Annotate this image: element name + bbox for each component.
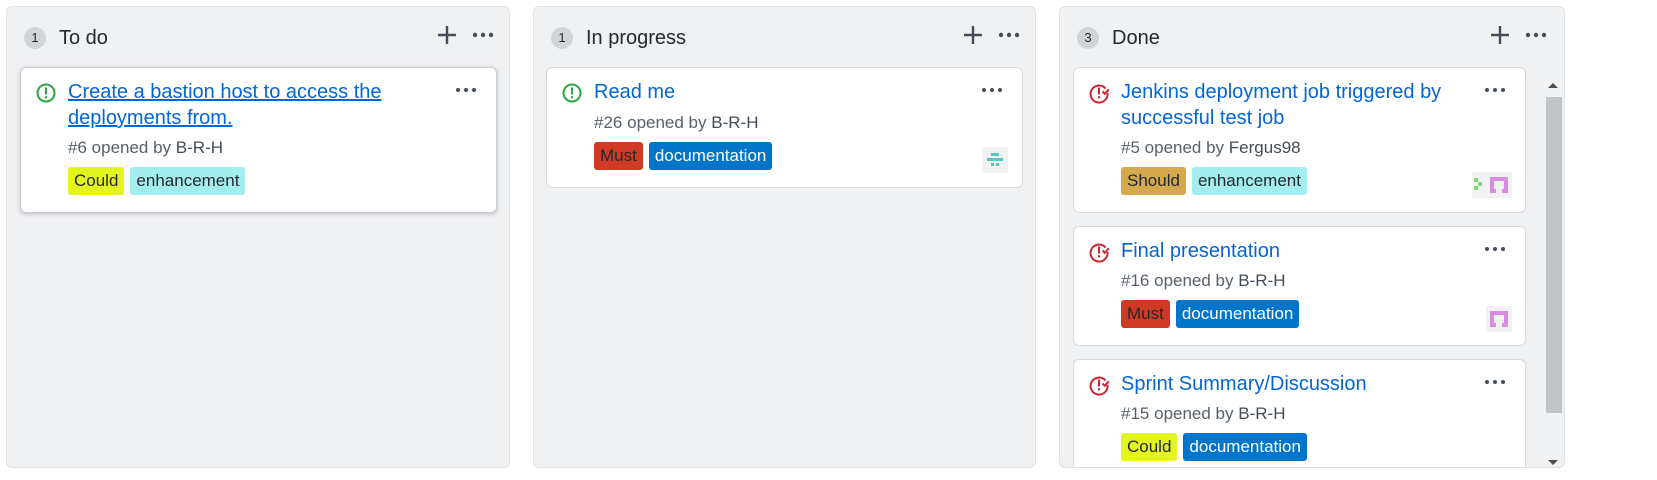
issue-title-link[interactable]: Jenkins deployment job triggered by succ…	[1121, 79, 1465, 131]
column-menu-kebab-icon[interactable]	[1523, 22, 1549, 48]
opened-by-text: opened by	[91, 138, 172, 157]
label-enhancement[interactable]: enhancement	[130, 167, 246, 195]
issue-title-link[interactable]: Create a bastion host to access the depl…	[68, 79, 396, 131]
issue-number[interactable]: #26	[594, 113, 622, 132]
issue-meta: #6 opened by B-R-H	[68, 137, 223, 159]
assignee-avatar[interactable]	[1472, 172, 1486, 198]
issue-card[interactable]: Sprint Summary/Discussion #15 opened by …	[1073, 359, 1526, 467]
issue-author[interactable]: B-R-H	[1238, 404, 1285, 423]
issue-opened-icon	[561, 82, 583, 104]
card-menu-kebab-icon[interactable]	[1483, 80, 1507, 100]
add-card-plus-icon[interactable]	[434, 22, 460, 48]
issue-number[interactable]: #15	[1121, 404, 1149, 423]
label-list: Must documentation	[594, 142, 773, 170]
card-menu-kebab-icon[interactable]	[1483, 239, 1507, 259]
column-count-badge: 1	[24, 27, 46, 49]
opened-by-text: opened by	[1154, 271, 1234, 290]
column-title: In progress	[586, 27, 687, 49]
opened-by-text: opened by	[1144, 138, 1225, 157]
issue-card[interactable]: Final presentation #16 opened by B-R-H M…	[1073, 226, 1526, 346]
issue-closed-icon	[1088, 374, 1110, 396]
label-documentation[interactable]: documentation	[1183, 433, 1307, 461]
column-menu-kebab-icon[interactable]	[996, 22, 1022, 48]
issue-number[interactable]: #16	[1121, 271, 1149, 290]
scroll-down-arrow-icon[interactable]	[1547, 455, 1559, 465]
label-documentation[interactable]: documentation	[648, 142, 773, 170]
add-card-plus-icon[interactable]	[1487, 22, 1513, 48]
issue-author[interactable]: B-R-H	[176, 138, 223, 157]
issue-closed-icon	[1088, 82, 1110, 104]
issue-meta: #26 opened by B-R-H	[594, 112, 758, 134]
column-title: To do	[59, 27, 108, 49]
issue-meta: #16 opened by B-R-H	[1121, 270, 1285, 292]
column-done: 3 Done Jenkins deployment job triggered …	[1059, 6, 1565, 468]
column-header: 1 In progress	[534, 7, 1035, 69]
column-header: 1 To do	[7, 7, 509, 69]
opened-by-text: opened by	[627, 113, 707, 132]
label-documentation[interactable]: documentation	[1175, 300, 1300, 328]
issue-author[interactable]: Fergus98	[1229, 138, 1301, 157]
assignee-avatar[interactable]	[1486, 172, 1512, 198]
column-todo: 1 To do Create a bastion host to access …	[6, 6, 510, 468]
issue-author[interactable]: B-R-H	[1238, 271, 1285, 290]
issue-title-link[interactable]: Final presentation	[1121, 238, 1465, 264]
column-header: 3 Done	[1060, 7, 1564, 69]
column-title: Done	[1112, 27, 1160, 49]
label-should[interactable]: Should	[1121, 167, 1186, 195]
label-list: Could documentation	[1121, 433, 1307, 461]
add-card-plus-icon[interactable]	[960, 22, 986, 48]
issue-closed-icon	[1088, 241, 1110, 263]
label-could[interactable]: Could	[1121, 433, 1178, 461]
column-scrollbar[interactable]	[1542, 71, 1564, 467]
issue-opened-icon	[35, 82, 57, 104]
issue-meta: #5 opened by Fergus98	[1121, 137, 1301, 159]
column-menu-kebab-icon[interactable]	[470, 22, 496, 48]
card-menu-kebab-icon[interactable]	[980, 80, 1004, 100]
label-must[interactable]: Must	[594, 142, 643, 170]
issue-card[interactable]: Jenkins deployment job triggered by succ…	[1073, 67, 1526, 213]
assignee-avatar[interactable]	[1486, 306, 1512, 332]
opened-by-text: opened by	[1154, 404, 1234, 423]
issue-card[interactable]: Read me #26 opened by B-R-H Must documen…	[546, 67, 1023, 188]
issue-title-link[interactable]: Read me	[594, 79, 962, 105]
label-could[interactable]: Could	[68, 167, 125, 195]
issue-number[interactable]: #5	[1121, 138, 1140, 157]
issue-title-link[interactable]: Sprint Summary/Discussion	[1121, 371, 1465, 397]
column-count-badge: 1	[551, 27, 573, 49]
column-in-progress: 1 In progress Read me #26 opened by B-R-…	[533, 6, 1036, 468]
column-count-badge: 3	[1077, 27, 1099, 49]
assignee-avatar[interactable]	[982, 147, 1008, 173]
label-list: Must documentation	[1121, 300, 1300, 328]
label-list: Could enhancement	[68, 167, 246, 195]
issue-author[interactable]: B-R-H	[711, 113, 758, 132]
card-menu-kebab-icon[interactable]	[454, 80, 478, 100]
label-enhancement[interactable]: enhancement	[1191, 167, 1307, 195]
scroll-up-arrow-icon[interactable]	[1547, 77, 1559, 88]
label-list: Should enhancement	[1121, 167, 1307, 195]
scrollbar-thumb[interactable]	[1546, 97, 1562, 413]
issue-number[interactable]: #6	[68, 138, 87, 157]
label-must[interactable]: Must	[1121, 300, 1170, 328]
issue-card[interactable]: Create a bastion host to access the depl…	[20, 67, 497, 213]
issue-meta: #15 opened by B-R-H	[1121, 403, 1285, 425]
card-menu-kebab-icon[interactable]	[1483, 372, 1507, 392]
